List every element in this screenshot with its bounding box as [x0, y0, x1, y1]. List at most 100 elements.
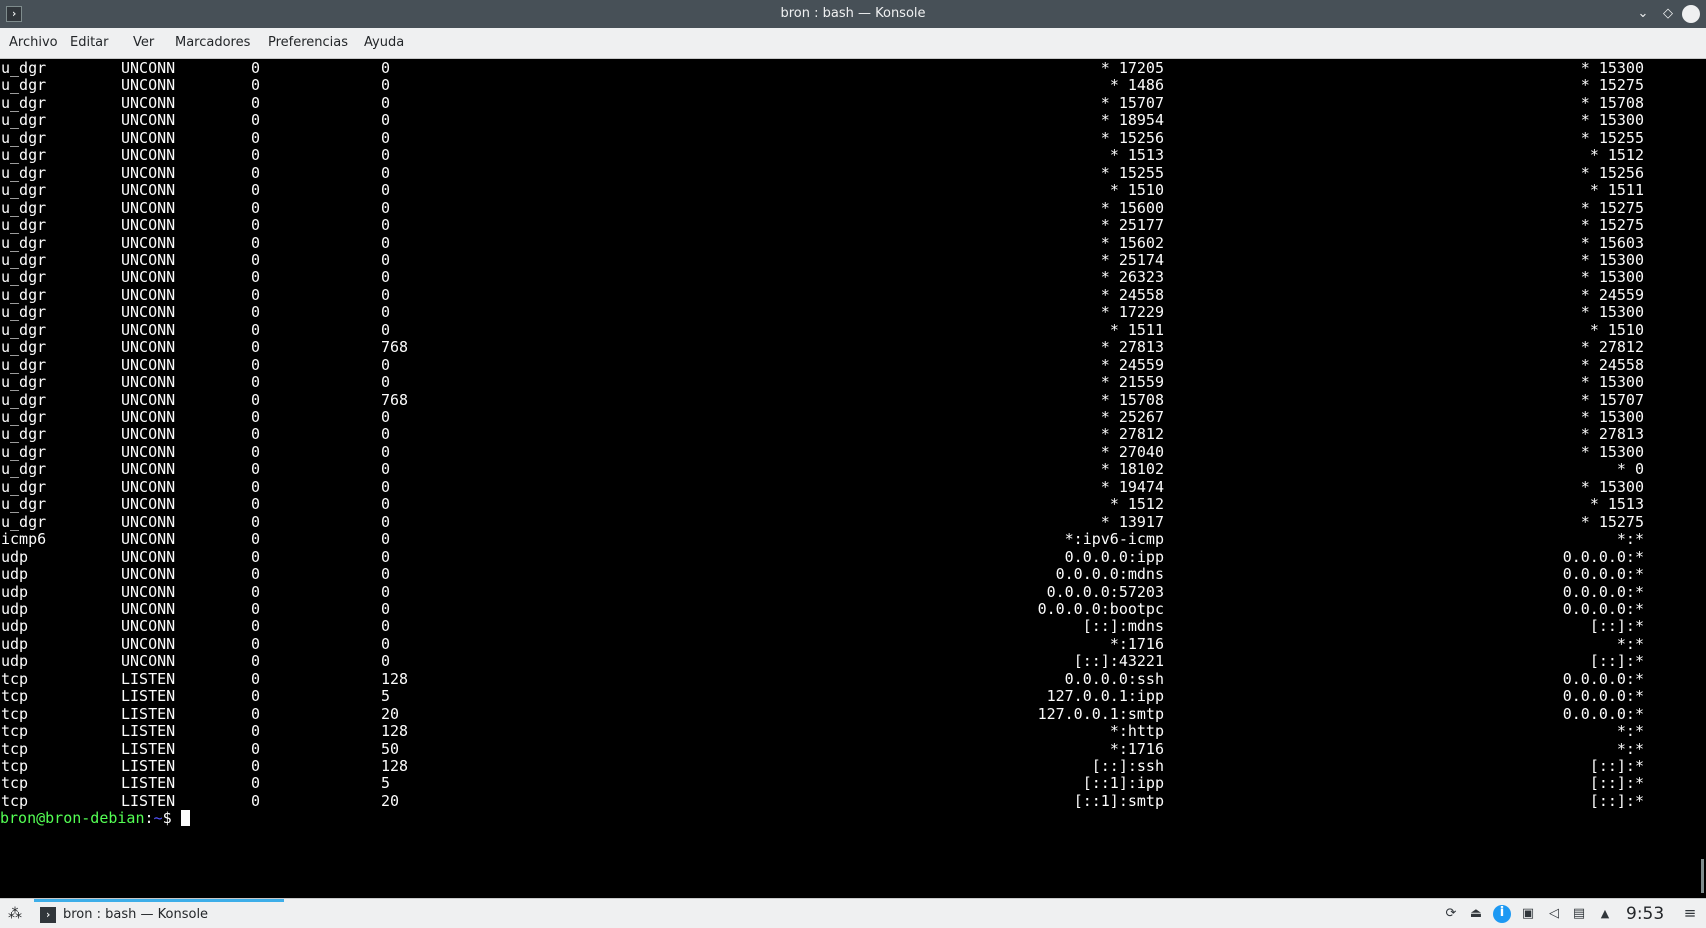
minimize-button[interactable]: ⌄	[1634, 5, 1652, 23]
cell-send-q: 0	[381, 530, 391, 549]
cell-recv-q: 0	[251, 442, 261, 461]
usb-icon[interactable]: ⏏	[1468, 906, 1484, 922]
cell-state: UNCONN	[121, 565, 176, 584]
cell-send-q: 0	[381, 111, 391, 130]
clipboard-icon[interactable]: ▤	[1571, 906, 1587, 922]
cell-send-q: 0	[381, 320, 391, 339]
cell-local-address: * 1512	[1109, 495, 1164, 514]
cell-peer-address: * 15256	[1580, 163, 1644, 182]
menu-editar[interactable]: Editar	[70, 28, 109, 58]
window-titlebar[interactable]: › bron : bash — Konsole ⌄ ◇ ✕	[0, 0, 1706, 28]
cell-peer-address: 0.0.0.0:*	[1562, 547, 1644, 566]
text-cursor	[180, 810, 190, 827]
cell-local-address: * 27040	[1100, 442, 1164, 461]
terminal-view[interactable]: u_dgr UNCONN 0 0 * 17205 * 15300 u_dgr UNCONN 0 0…	[0, 59, 1706, 898]
update-icon[interactable]: ⟳	[1443, 906, 1459, 922]
cell-state: LISTEN	[121, 739, 176, 758]
cell-peer-address: [::]:*	[1589, 617, 1644, 636]
close-icon: ✕	[1685, 6, 1697, 21]
task-label: bron : bash — Konsole	[63, 907, 209, 922]
cell-state: UNCONN	[121, 582, 176, 601]
terminal-row: u_dgr UNCONN 0 0 * 15707 * 15708	[0, 94, 1700, 113]
cell-peer-address: 0.0.0.0:*	[1562, 669, 1644, 688]
accessibility-icon[interactable]: i	[1493, 905, 1511, 923]
cell-recv-q: 0	[251, 547, 261, 566]
cell-state: UNCONN	[121, 268, 176, 287]
cell-send-q: 128	[381, 669, 409, 688]
cell-local-address: * 21559	[1100, 373, 1164, 392]
cell-recv-q: 0	[251, 669, 261, 688]
cell-netid: udp	[1, 565, 29, 584]
prompt-line[interactable]: bron@bron-debian:~$	[0, 809, 1700, 828]
cell-local-address: 127.0.0.1:smtp	[1037, 704, 1164, 723]
cell-recv-q: 0	[251, 582, 261, 601]
cell-send-q: 0	[381, 599, 391, 618]
cell-send-q: 0	[381, 268, 391, 287]
cell-recv-q: 0	[251, 495, 261, 514]
cell-peer-address: * 15275	[1580, 216, 1644, 235]
prompt-symbol: $	[162, 809, 181, 828]
cell-recv-q: 0	[251, 128, 261, 147]
cell-send-q: 0	[381, 565, 391, 584]
menu-ayuda[interactable]: Ayuda	[364, 28, 404, 58]
terminal-row: udp UNCONN 0 0 0.0.0.0:mdns 0.0.0.0:*	[0, 565, 1700, 584]
cell-state: UNCONN	[121, 442, 176, 461]
task-konsole[interactable]: › bron : bash — Konsole	[34, 899, 284, 928]
terminal-row: u_dgr UNCONN 0 0 * 19474 * 15300	[0, 478, 1700, 497]
cell-netid: u_dgr	[1, 233, 47, 252]
cell-netid: u_dgr	[1, 268, 47, 287]
menu-ver[interactable]: Ver	[133, 28, 154, 58]
cell-netid: u_dgr	[1, 442, 47, 461]
menu-archivo[interactable]: Archivo	[9, 28, 58, 58]
cell-local-address: [::]:ssh	[1091, 757, 1164, 775]
terminal-row: u_dgr UNCONN 0 0 * 26323 * 15300	[0, 268, 1700, 287]
cell-state: LISTEN	[121, 704, 176, 723]
application-launcher-icon[interactable]: ⁂	[6, 905, 24, 923]
cell-local-address: * 15602	[1100, 233, 1164, 252]
cell-local-address: * 1511	[1109, 320, 1164, 339]
cell-local-address: * 19474	[1100, 477, 1164, 496]
menu-marcadores[interactable]: Marcadores	[175, 28, 250, 58]
cell-peer-address: *:*	[1616, 530, 1644, 549]
network-icon[interactable]: ▣	[1520, 906, 1536, 922]
cell-send-q: 0	[381, 634, 391, 653]
terminal-row: u_dgr UNCONN 0 0 * 1513 * 1512	[0, 146, 1700, 165]
prompt-path: ~	[153, 809, 163, 828]
cell-peer-address: * 1513	[1589, 495, 1644, 514]
cell-netid: u_dgr	[1, 250, 47, 269]
cell-netid: u_dgr	[1, 373, 47, 392]
cell-recv-q: 0	[251, 59, 261, 77]
cell-netid: u_dgr	[1, 285, 47, 304]
cell-state: UNCONN	[121, 355, 176, 374]
cell-send-q: 128	[381, 757, 409, 775]
cell-recv-q: 0	[251, 355, 261, 374]
cell-send-q: 0	[381, 303, 391, 322]
clock[interactable]: 9:53	[1626, 903, 1664, 925]
terminal-row: u_dgr UNCONN 0 0 * 25177 * 15275	[0, 216, 1700, 235]
cell-netid: udp	[1, 582, 29, 601]
maximize-button[interactable]: ◇	[1659, 5, 1677, 23]
cell-peer-address: 0.0.0.0:*	[1562, 582, 1644, 601]
diamond-icon: ◇	[1663, 6, 1673, 21]
cell-local-address: 127.0.0.1:ipp	[1046, 687, 1164, 706]
cell-peer-address: * 15300	[1580, 303, 1644, 322]
expand-tray-icon[interactable]: ▲	[1597, 906, 1613, 922]
cell-state: UNCONN	[121, 634, 176, 653]
cell-recv-q: 0	[251, 198, 261, 217]
cell-netid: tcp	[1, 757, 29, 775]
close-button[interactable]: ✕	[1682, 5, 1700, 23]
terminal-row: tcp LISTEN 0 50 *:1716 *:*	[0, 740, 1700, 759]
cell-send-q: 0	[381, 76, 391, 95]
cell-peer-address: * 24558	[1580, 355, 1644, 374]
cell-recv-q: 0	[251, 268, 261, 287]
desktop-menu-icon[interactable]: ≡	[1682, 905, 1698, 921]
cell-netid: u_dgr	[1, 303, 47, 322]
volume-icon[interactable]: ◁	[1546, 906, 1562, 922]
cell-recv-q: 0	[251, 76, 261, 95]
menu-preferencias[interactable]: Preferencias	[268, 28, 348, 58]
cell-peer-address: * 15708	[1580, 93, 1644, 112]
terminal-row: u_dgr UNCONN 0 0 * 15600 * 15275	[0, 199, 1700, 218]
scrollbar-thumb[interactable]	[1701, 859, 1704, 893]
cell-peer-address: * 15300	[1580, 250, 1644, 269]
cell-netid: u_dgr	[1, 111, 47, 130]
